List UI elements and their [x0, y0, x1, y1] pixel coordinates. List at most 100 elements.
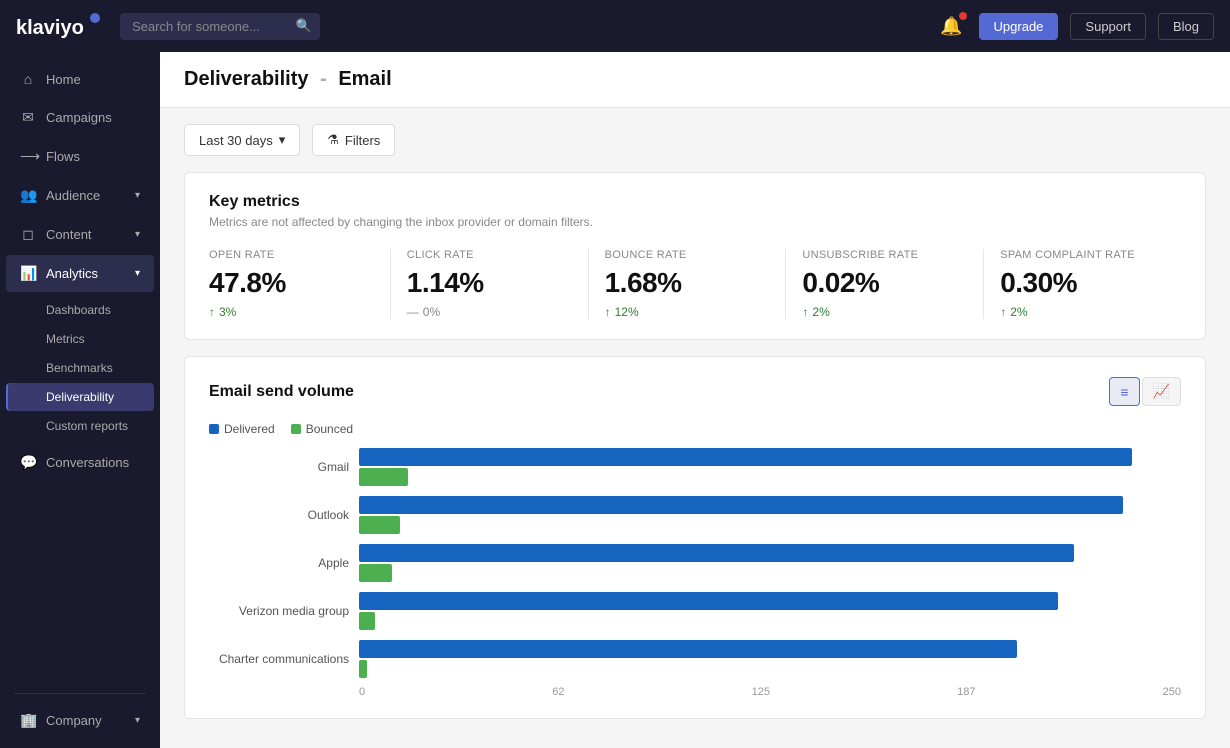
chevron-down-icon: ▾ [135, 190, 140, 201]
chevron-down-icon: ▾ [279, 132, 286, 148]
metrics-row: Open rate 47.8% ↑ 3% Click rate 1.14% — … [209, 249, 1181, 319]
sidebar-subitem-dashboards[interactable]: Dashboards [6, 296, 154, 324]
metric-value: 0.02% [802, 267, 967, 299]
date-range-picker[interactable]: Last 30 days ▾ [184, 124, 300, 156]
controls-bar: Last 30 days ▾ ⚗ Filters [160, 108, 1230, 172]
metric-change: ↑ 3% [209, 305, 374, 319]
bounced-color-swatch [291, 424, 301, 434]
sidebar-item-label: Campaigns [46, 110, 112, 125]
logo: klaviyo [16, 12, 104, 40]
bar-container [359, 592, 1181, 630]
metric-change: ↑ 2% [1000, 305, 1165, 319]
chevron-down-icon: ▾ [135, 268, 140, 279]
upgrade-button[interactable]: Upgrade [979, 13, 1059, 40]
arrow-up-icon: ↑ [209, 305, 215, 319]
axis-label: 187 [957, 686, 975, 698]
chart-row: Verizon media group [209, 592, 1181, 630]
sidebar-item-campaigns[interactable]: ✉ Campaigns [6, 99, 154, 136]
chart-rows: Gmail Outlook Apple [209, 448, 1181, 678]
search-wrapper: 🔍 [120, 13, 320, 40]
metric-label: Bounce rate [605, 249, 770, 261]
row-label: Outlook [209, 508, 349, 522]
legend-bounced-label: Bounced [306, 422, 353, 436]
line-chart-button[interactable]: 📈 [1142, 377, 1181, 406]
delivered-color-swatch [209, 424, 219, 434]
metric-value: 47.8% [209, 267, 374, 299]
sidebar-subitem-deliverability[interactable]: Deliverability [6, 383, 154, 411]
topbar-left: klaviyo 🔍 [16, 12, 320, 40]
sidebar-item-label: Analytics [46, 266, 98, 281]
main-layout: ⌂ Home ✉ Campaigns ⟶ Flows 👥 Audience ▾ … [0, 52, 1230, 748]
key-metrics-card: Key metrics Metrics are not affected by … [184, 172, 1206, 340]
metric-label: Open rate [209, 249, 374, 261]
axis-label: 250 [1163, 686, 1181, 698]
sidebar-subitem-metrics[interactable]: Metrics [6, 325, 154, 353]
svg-text:klaviyo: klaviyo [16, 17, 84, 39]
topbar: klaviyo 🔍 🔔 Upgrade Support Blog [0, 0, 1230, 52]
sidebar-item-label: Flows [46, 149, 80, 164]
sidebar-item-label: Home [46, 72, 81, 87]
key-metrics-subtitle: Metrics are not affected by changing the… [209, 215, 1181, 229]
bounced-bar-wrap [359, 516, 1181, 534]
chevron-down-icon: ▾ [135, 229, 140, 240]
bounced-bar [359, 516, 400, 534]
campaigns-icon: ✉ [20, 109, 36, 126]
notification-badge [959, 12, 967, 20]
sidebar-item-home[interactable]: ⌂ Home [6, 61, 154, 97]
filter-icon: ⚗ [327, 132, 339, 148]
sidebar-subitem-benchmarks[interactable]: Benchmarks [6, 354, 154, 382]
legend-delivered: Delivered [209, 422, 275, 436]
page-title: Deliverability - Email [184, 68, 392, 91]
sidebar-item-analytics[interactable]: 📊 Analytics ▾ [6, 255, 154, 292]
sidebar-item-flows[interactable]: ⟶ Flows [6, 138, 154, 175]
sidebar-item-content[interactable]: ◻ Content ▾ [6, 216, 154, 253]
metric-bounce-rate: Bounce rate 1.68% ↑ 12% [588, 249, 786, 319]
bounced-bar [359, 612, 375, 630]
bounced-bar [359, 564, 392, 582]
blog-button[interactable]: Blog [1158, 13, 1214, 40]
metric-value: 1.14% [407, 267, 572, 299]
email-volume-card: Email send volume ≡ 📈 Delivered Bounced [184, 356, 1206, 719]
chart-row: Outlook [209, 496, 1181, 534]
chart-row: Gmail [209, 448, 1181, 486]
legend-bounced: Bounced [291, 422, 353, 436]
metric-value: 1.68% [605, 267, 770, 299]
arrow-up-icon: ↑ [605, 305, 611, 319]
analytics-submenu: Dashboards Metrics Benchmarks Deliverabi… [0, 293, 160, 443]
sidebar-item-conversations[interactable]: 💬 Conversations [6, 444, 154, 481]
delivered-bar [359, 496, 1123, 514]
chart-legend: Delivered Bounced [209, 422, 1181, 436]
axis-label: 125 [752, 686, 770, 698]
filters-button[interactable]: ⚗ Filters [312, 124, 395, 156]
metric-unsubscribe-rate: Unsubscribe rate 0.02% ↑ 2% [785, 249, 983, 319]
sidebar-subitem-custom-reports[interactable]: Custom reports [6, 412, 154, 440]
volume-header: Email send volume ≡ 📈 [209, 377, 1181, 406]
row-label: Verizon media group [209, 604, 349, 618]
delivered-bar-wrap [359, 544, 1181, 562]
bounced-bar [359, 468, 408, 486]
conversations-icon: 💬 [20, 454, 36, 471]
bounced-bar-wrap [359, 468, 1181, 486]
bar-container [359, 544, 1181, 582]
support-button[interactable]: Support [1070, 13, 1146, 40]
metric-change: ↑ 12% [605, 305, 770, 319]
bar-container [359, 448, 1181, 486]
search-input[interactable] [120, 13, 320, 40]
audience-icon: 👥 [20, 187, 36, 204]
sidebar-item-audience[interactable]: 👥 Audience ▾ [6, 177, 154, 214]
sidebar: ⌂ Home ✉ Campaigns ⟶ Flows 👥 Audience ▾ … [0, 52, 160, 748]
metric-change: — 0% [407, 305, 572, 319]
notifications-button[interactable]: 🔔 [936, 12, 966, 41]
axis-label: 62 [552, 686, 564, 698]
dash-icon: — [407, 305, 419, 319]
metric-spam-rate: Spam complaint rate 0.30% ↑ 2% [983, 249, 1181, 319]
bounced-bar-wrap [359, 564, 1181, 582]
home-icon: ⌂ [20, 71, 36, 87]
bar-chart-button[interactable]: ≡ [1109, 377, 1139, 406]
delivered-bar [359, 640, 1017, 658]
bounced-bar [359, 660, 367, 678]
sidebar-item-company[interactable]: 🏢 Company ▾ [6, 702, 154, 739]
sidebar-item-label: Audience [46, 188, 100, 203]
volume-title: Email send volume [209, 383, 354, 401]
delivered-bar-wrap [359, 640, 1181, 658]
